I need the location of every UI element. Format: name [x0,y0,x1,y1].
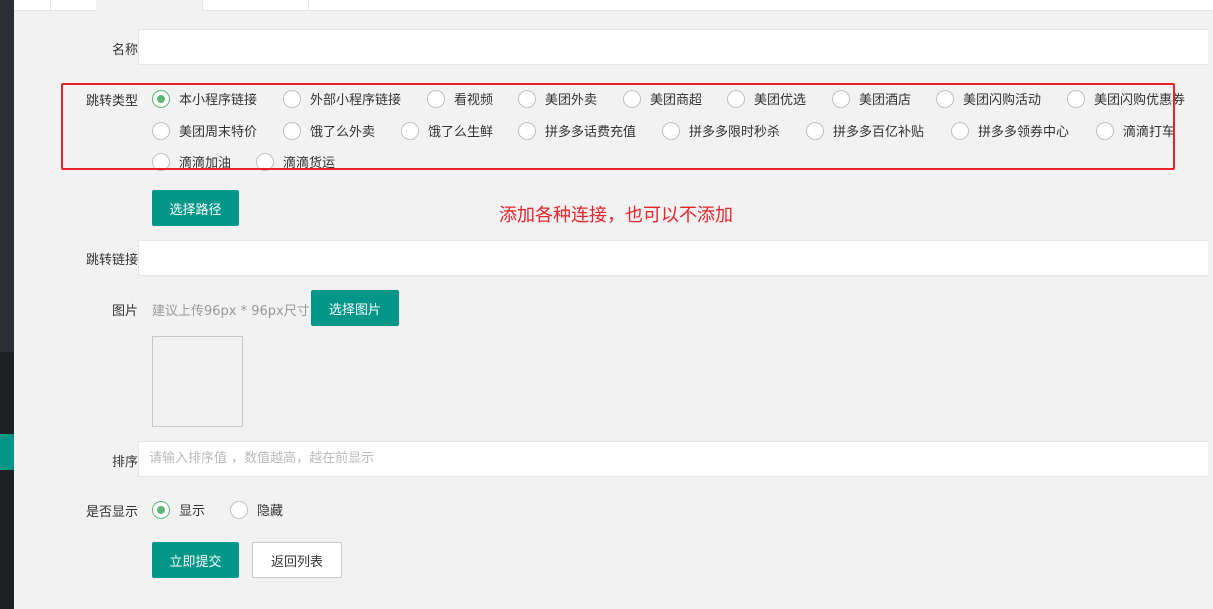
jump-type-option-label: 看视频 [454,93,494,108]
select-image-button[interactable]: 选择图片 [311,290,399,326]
jump-type-option[interactable]: 拼多多话费充值 [518,121,636,140]
jump-type-option-label: 美团闪购优惠券 [1094,93,1186,108]
jump-type-option-label: 滴滴打车 [1123,125,1176,140]
jump-type-option[interactable]: 饿了么生鲜 [401,121,493,140]
jump-type-option-label: 滴滴货运 [283,156,336,171]
name-label: 名称 [111,43,138,58]
jump-type-option-label: 美团酒店 [859,93,912,108]
radio-circle-icon[interactable] [623,89,641,108]
jump-type-option[interactable]: 看视频 [427,89,493,108]
jump-type-option-label: 拼多多话费充值 [545,125,637,140]
jump-type-option[interactable]: 滴滴加油 [152,152,231,171]
submit-button[interactable]: 立即提交 [152,542,239,578]
radio-circle-icon[interactable] [727,89,745,108]
jump-type-option-label: 外部小程序链接 [310,93,402,108]
jump-type-option-label: 本小程序链接 [179,93,258,108]
left-sidebar-strip [0,0,14,609]
jump-type-option-label: 拼多多百亿补贴 [833,125,925,140]
select-path-button[interactable]: 选择路径 [152,190,239,226]
tab-1[interactable] [14,0,51,11]
display-label: 是否显示 [85,505,138,520]
image-label: 图片 [111,304,138,319]
jump-type-option[interactable]: 拼多多百亿补贴 [806,121,924,140]
jump-type-option-label: 饿了么外卖 [310,125,376,140]
jump-type-option-label: 拼多多限时秒杀 [689,125,781,140]
display-option[interactable]: 显示 [152,500,205,519]
jump-type-option[interactable]: 美团商超 [623,89,702,108]
display-option[interactable]: 隐藏 [230,500,283,519]
tab-active[interactable] [96,0,203,11]
sidebar-dark-section [0,352,14,609]
radio-circle-icon[interactable] [427,89,445,108]
jump-type-option[interactable]: 本小程序链接 [152,89,257,108]
radio-circle-icon[interactable] [283,121,301,140]
radio-circle-icon[interactable] [1067,89,1085,108]
radio-circle-icon[interactable] [951,121,969,140]
jump-type-option[interactable]: 美团闪购活动 [936,89,1041,108]
jump-type-option[interactable]: 拼多多限时秒杀 [662,121,780,140]
image-size-hint: 建议上传96px * 96px尺寸 [152,304,310,319]
jump-type-label: 跳转类型 [85,94,138,109]
tab-3[interactable] [203,0,309,11]
radio-circle-icon[interactable] [256,152,274,171]
jump-link-label: 跳转链接 [85,253,138,268]
radio-circle-icon[interactable] [1096,121,1114,140]
jump-type-option[interactable]: 美团周末特价 [152,121,257,140]
radio-circle-icon[interactable] [152,121,170,140]
radio-circle-icon[interactable] [152,89,170,108]
jump-type-option[interactable]: 美团闪购优惠券 [1067,89,1185,108]
jump-type-option-label: 美团闪购活动 [963,93,1042,108]
jump-type-option[interactable]: 美团优选 [727,89,806,108]
radio-circle-icon[interactable] [518,89,536,108]
jump-type-option[interactable]: 美团外卖 [518,89,597,108]
sort-input[interactable]: 请输入排序值 ，数值越高，越在前显示 [138,441,1208,477]
image-preview[interactable] [152,336,243,427]
sort-label: 排序 [111,455,138,470]
display-option-label: 隐藏 [257,504,284,519]
top-tab-bar [14,0,1213,11]
radio-circle-icon[interactable] [806,121,824,140]
jump-type-option[interactable]: 外部小程序链接 [283,89,401,108]
name-input[interactable] [138,29,1208,65]
radio-circle-icon[interactable] [518,121,536,140]
back-to-list-button[interactable]: 返回列表 [252,542,342,578]
radio-circle-icon[interactable] [936,89,954,108]
jump-type-option-label: 美团商超 [650,93,703,108]
radio-circle-icon[interactable] [230,500,248,519]
radio-circle-icon[interactable] [832,89,850,108]
radio-circle-icon[interactable] [283,89,301,108]
jump-type-option[interactable]: 滴滴打车 [1096,121,1175,140]
radio-circle-icon[interactable] [662,121,680,140]
jump-type-option-label: 美团外卖 [545,93,598,108]
jump-type-option[interactable]: 滴滴货运 [256,152,335,171]
jump-type-option[interactable]: 拼多多领券中心 [951,121,1069,140]
jump-type-option-label: 饿了么生鲜 [428,125,494,140]
sidebar-active-indicator [0,434,14,470]
display-option-label: 显示 [179,504,206,519]
jump-type-option-label: 美团周末特价 [179,125,258,140]
jump-type-option-label: 美团优选 [754,93,807,108]
radio-circle-icon[interactable] [401,121,419,140]
jump-type-option[interactable]: 饿了么外卖 [283,121,375,140]
jump-type-option-label: 拼多多领券中心 [978,125,1070,140]
jump-type-option-label: 滴滴加油 [179,156,232,171]
radio-circle-icon[interactable] [152,500,170,519]
annotation-text: 添加各种连接，也可以不添加 [499,205,733,226]
jump-type-option[interactable]: 美团酒店 [832,89,911,108]
jump-link-input[interactable] [138,240,1208,276]
radio-circle-icon[interactable] [152,152,170,171]
